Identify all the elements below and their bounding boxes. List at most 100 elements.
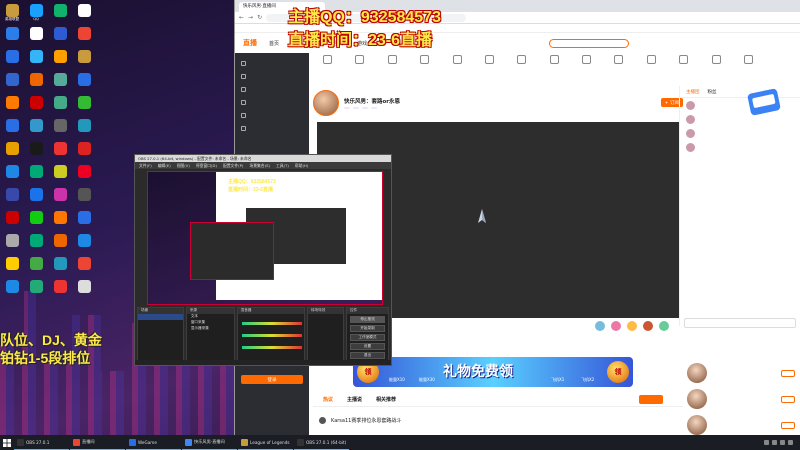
taskbar-item[interactable]: OBS 27.0.1 (64-bit) xyxy=(294,435,349,450)
scene-item[interactable] xyxy=(138,314,183,320)
room-tag[interactable] xyxy=(362,106,368,109)
desktop-icon[interactable] xyxy=(74,27,94,47)
desktop-icon[interactable] xyxy=(74,280,94,300)
room-tag[interactable] xyxy=(353,106,359,109)
desktop-icon[interactable] xyxy=(26,119,46,139)
audio-meter[interactable] xyxy=(241,346,302,349)
desktop-icon[interactable] xyxy=(50,27,70,47)
room-tag[interactable] xyxy=(344,106,350,109)
obs-menu-item[interactable]: 停靠窗口(D) xyxy=(196,163,217,169)
recommend-item[interactable] xyxy=(683,412,800,435)
nav-home[interactable]: 首页 xyxy=(269,40,279,47)
desktop-icon[interactable] xyxy=(2,119,22,139)
room-tag[interactable] xyxy=(371,106,377,109)
category-item[interactable] xyxy=(420,55,430,81)
desktop-icon[interactable] xyxy=(2,211,22,231)
recommend-follow-button[interactable] xyxy=(781,421,795,429)
taskbar-item[interactable]: 直播间 xyxy=(70,435,125,450)
category-item[interactable] xyxy=(614,55,624,81)
site-search-input[interactable] xyxy=(549,38,630,48)
leftnav-item[interactable] xyxy=(235,122,309,135)
desktop-icon[interactable] xyxy=(50,188,70,208)
desktop-icon[interactable] xyxy=(2,50,22,70)
desktop-icon[interactable] xyxy=(26,234,46,254)
taskbar-item[interactable]: OBS 27.0.1 xyxy=(14,435,69,450)
rank-row[interactable] xyxy=(680,126,800,140)
streamer-avatar[interactable] xyxy=(313,89,339,116)
desktop-icon[interactable] xyxy=(26,257,46,277)
recommend-follow-button[interactable] xyxy=(781,395,795,403)
desktop-icon[interactable] xyxy=(74,211,94,231)
gift-icon[interactable] xyxy=(643,321,653,331)
obs-menu-item[interactable]: 帮助(H) xyxy=(295,163,308,169)
category-item[interactable] xyxy=(452,55,462,81)
audio-meter[interactable] xyxy=(241,322,302,325)
tray-icon[interactable] xyxy=(772,440,777,445)
desktop-icon[interactable] xyxy=(50,50,70,70)
desktop-icon[interactable] xyxy=(74,73,94,93)
recommend-item[interactable] xyxy=(683,360,800,386)
leftnav-item[interactable] xyxy=(235,70,309,83)
stop-streaming-button[interactable]: 停止推流 xyxy=(350,316,385,323)
source-item[interactable]: 显示器采集 xyxy=(187,326,234,332)
taskbar-item[interactable]: League of Legends xyxy=(238,435,293,450)
desktop-icon[interactable] xyxy=(50,211,70,231)
obs-titlebar[interactable]: OBS 27.0.1 (64-bit, windows) - 配置文件: 未命名… xyxy=(135,155,391,162)
desktop-icon[interactable] xyxy=(50,73,70,93)
exit-button[interactable]: 退出 xyxy=(350,352,385,359)
category-item[interactable] xyxy=(484,55,494,81)
gift-banner[interactable]: 领 礼物免费领 能量X10 能量X30 飞机X1 飞机X2 领 xyxy=(353,357,633,387)
obs-menu-item[interactable]: 视图(V) xyxy=(177,163,190,169)
desktop-icon[interactable] xyxy=(26,96,46,116)
desktop-icon[interactable] xyxy=(26,211,46,231)
category-item[interactable] xyxy=(549,55,559,81)
start-button[interactable] xyxy=(0,435,14,450)
category-item[interactable] xyxy=(355,55,365,81)
obs-menu-item[interactable]: 工具(T) xyxy=(276,163,289,169)
tab-streamer-says[interactable]: 主播说 xyxy=(347,396,362,403)
chat-tab-team[interactable]: 主播团 xyxy=(686,89,700,95)
reload-icon[interactable]: ↻ xyxy=(257,14,262,21)
tab-related[interactable]: 相关推荐 xyxy=(376,396,396,403)
desktop-icon[interactable] xyxy=(50,165,70,185)
settings-button[interactable]: 设置 xyxy=(350,343,385,350)
desktop-icon[interactable] xyxy=(74,188,94,208)
desktop-icon[interactable] xyxy=(50,280,70,300)
leftnav-item[interactable] xyxy=(235,83,309,96)
desktop-icon[interactable] xyxy=(74,165,94,185)
desktop-icon[interactable] xyxy=(74,234,94,254)
tray-icon[interactable] xyxy=(780,440,785,445)
desktop-icon[interactable] xyxy=(50,142,70,162)
taskbar-item[interactable]: 快乐风男·直播间 xyxy=(182,435,237,450)
desktop-icon[interactable] xyxy=(26,50,46,70)
desktop-icon[interactable] xyxy=(26,27,46,47)
desktop-icon[interactable] xyxy=(26,165,46,185)
obs-menu-item[interactable]: 配置文件(P) xyxy=(223,163,243,169)
rank-row[interactable] xyxy=(680,140,800,154)
gift-icon[interactable] xyxy=(595,321,605,331)
gift-icon[interactable] xyxy=(627,321,637,331)
obs-menu-item[interactable]: 编辑(E) xyxy=(158,163,171,169)
desktop-icon[interactable] xyxy=(74,257,94,277)
desktop-icon[interactable] xyxy=(2,165,22,185)
desktop-icon[interactable] xyxy=(50,4,70,24)
site-logo[interactable]: 直播 xyxy=(243,38,257,48)
desktop-icon[interactable] xyxy=(2,188,22,208)
desktop-icon[interactable] xyxy=(26,188,46,208)
desktop-icon[interactable] xyxy=(26,73,46,93)
category-item[interactable] xyxy=(711,55,721,81)
obs-menu-item[interactable]: 文件(F) xyxy=(139,163,152,169)
recommend-follow-button[interactable] xyxy=(781,369,795,377)
gift-icon[interactable] xyxy=(611,321,621,331)
audio-meter[interactable] xyxy=(241,334,302,337)
desktop-icon[interactable] xyxy=(50,119,70,139)
more-button[interactable] xyxy=(639,395,663,404)
chat-tab-fans[interactable]: 粉丝 xyxy=(708,89,717,95)
category-item[interactable] xyxy=(743,55,753,81)
desktop-icon[interactable] xyxy=(50,257,70,277)
leftnav-item[interactable] xyxy=(235,57,309,70)
desktop-icon[interactable] xyxy=(2,234,22,254)
gift-icon[interactable] xyxy=(659,321,669,331)
desktop-icon[interactable] xyxy=(2,280,22,300)
taskbar-item[interactable]: WeGame xyxy=(126,435,181,450)
